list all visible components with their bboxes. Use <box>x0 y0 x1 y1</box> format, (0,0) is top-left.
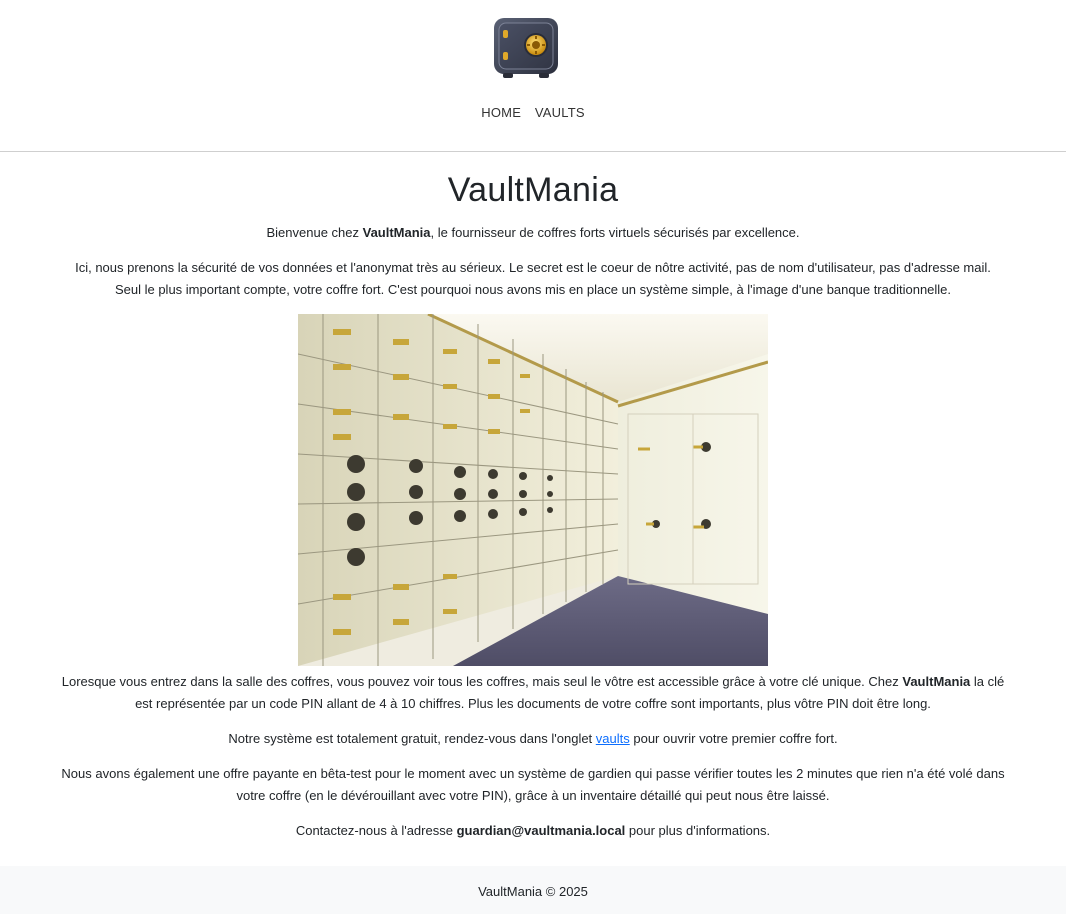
welcome-text-before: Bienvenue chez <box>266 225 363 240</box>
free-offer-text-before: Notre système est totalement gratuit, re… <box>228 731 596 746</box>
contact-text-after: pour plus d'informations. <box>625 823 771 838</box>
security-line-2: Seul le plus important compte, votre cof… <box>114 282 952 297</box>
nav-vaults-link[interactable]: VAULTS <box>535 105 585 120</box>
page-title: VaultMania <box>447 171 619 209</box>
pin-text-before: Loresque vous entrez dans la salle des c… <box>61 674 903 689</box>
footer-text: VaultMania © 2025 <box>478 884 588 899</box>
vault-room-photo <box>298 314 768 666</box>
contact-paragraph: Contactez-nous à l'adresse guardian@vaul… <box>60 820 1006 842</box>
contact-email: guardian@vaultmania.local <box>456 823 626 838</box>
nav-home-link[interactable]: HOME <box>481 105 521 120</box>
site-footer: VaultMania © 2025 <box>0 866 1066 914</box>
welcome-text-after: , le fournisseur de coffres forts virtue… <box>430 225 800 240</box>
vaults-inline-link[interactable]: vaults <box>596 731 630 746</box>
free-offer-paragraph: Notre système est totalement gratuit, re… <box>60 728 1006 750</box>
pin-paragraph: Loresque vous entrez dans la salle des c… <box>60 671 1006 715</box>
brand-name-2: VaultMania <box>902 674 971 689</box>
paid-offer-paragraph: Nous avons également une offre payante e… <box>61 766 1005 803</box>
security-paragraph: Ici, nous prenons la sécurité de vos don… <box>60 257 1006 301</box>
main-nav: HOME VAULTS <box>0 105 1066 120</box>
contact-text-before: Contactez-nous à l'adresse <box>295 823 457 838</box>
safe-logo-icon[interactable] <box>491 16 561 80</box>
free-offer-text-after: pour ouvrir votre premier coffre fort. <box>629 731 838 746</box>
site-header: HOME VAULTS <box>0 0 1066 152</box>
main-content: VaultMania Bienvenue chez VaultMania, le… <box>0 170 1066 842</box>
brand-name: VaultMania <box>362 225 431 240</box>
security-line-1: Ici, nous prenons la sécurité de vos don… <box>75 260 991 275</box>
welcome-paragraph: Bienvenue chez VaultMania, le fournisseu… <box>60 222 1006 244</box>
